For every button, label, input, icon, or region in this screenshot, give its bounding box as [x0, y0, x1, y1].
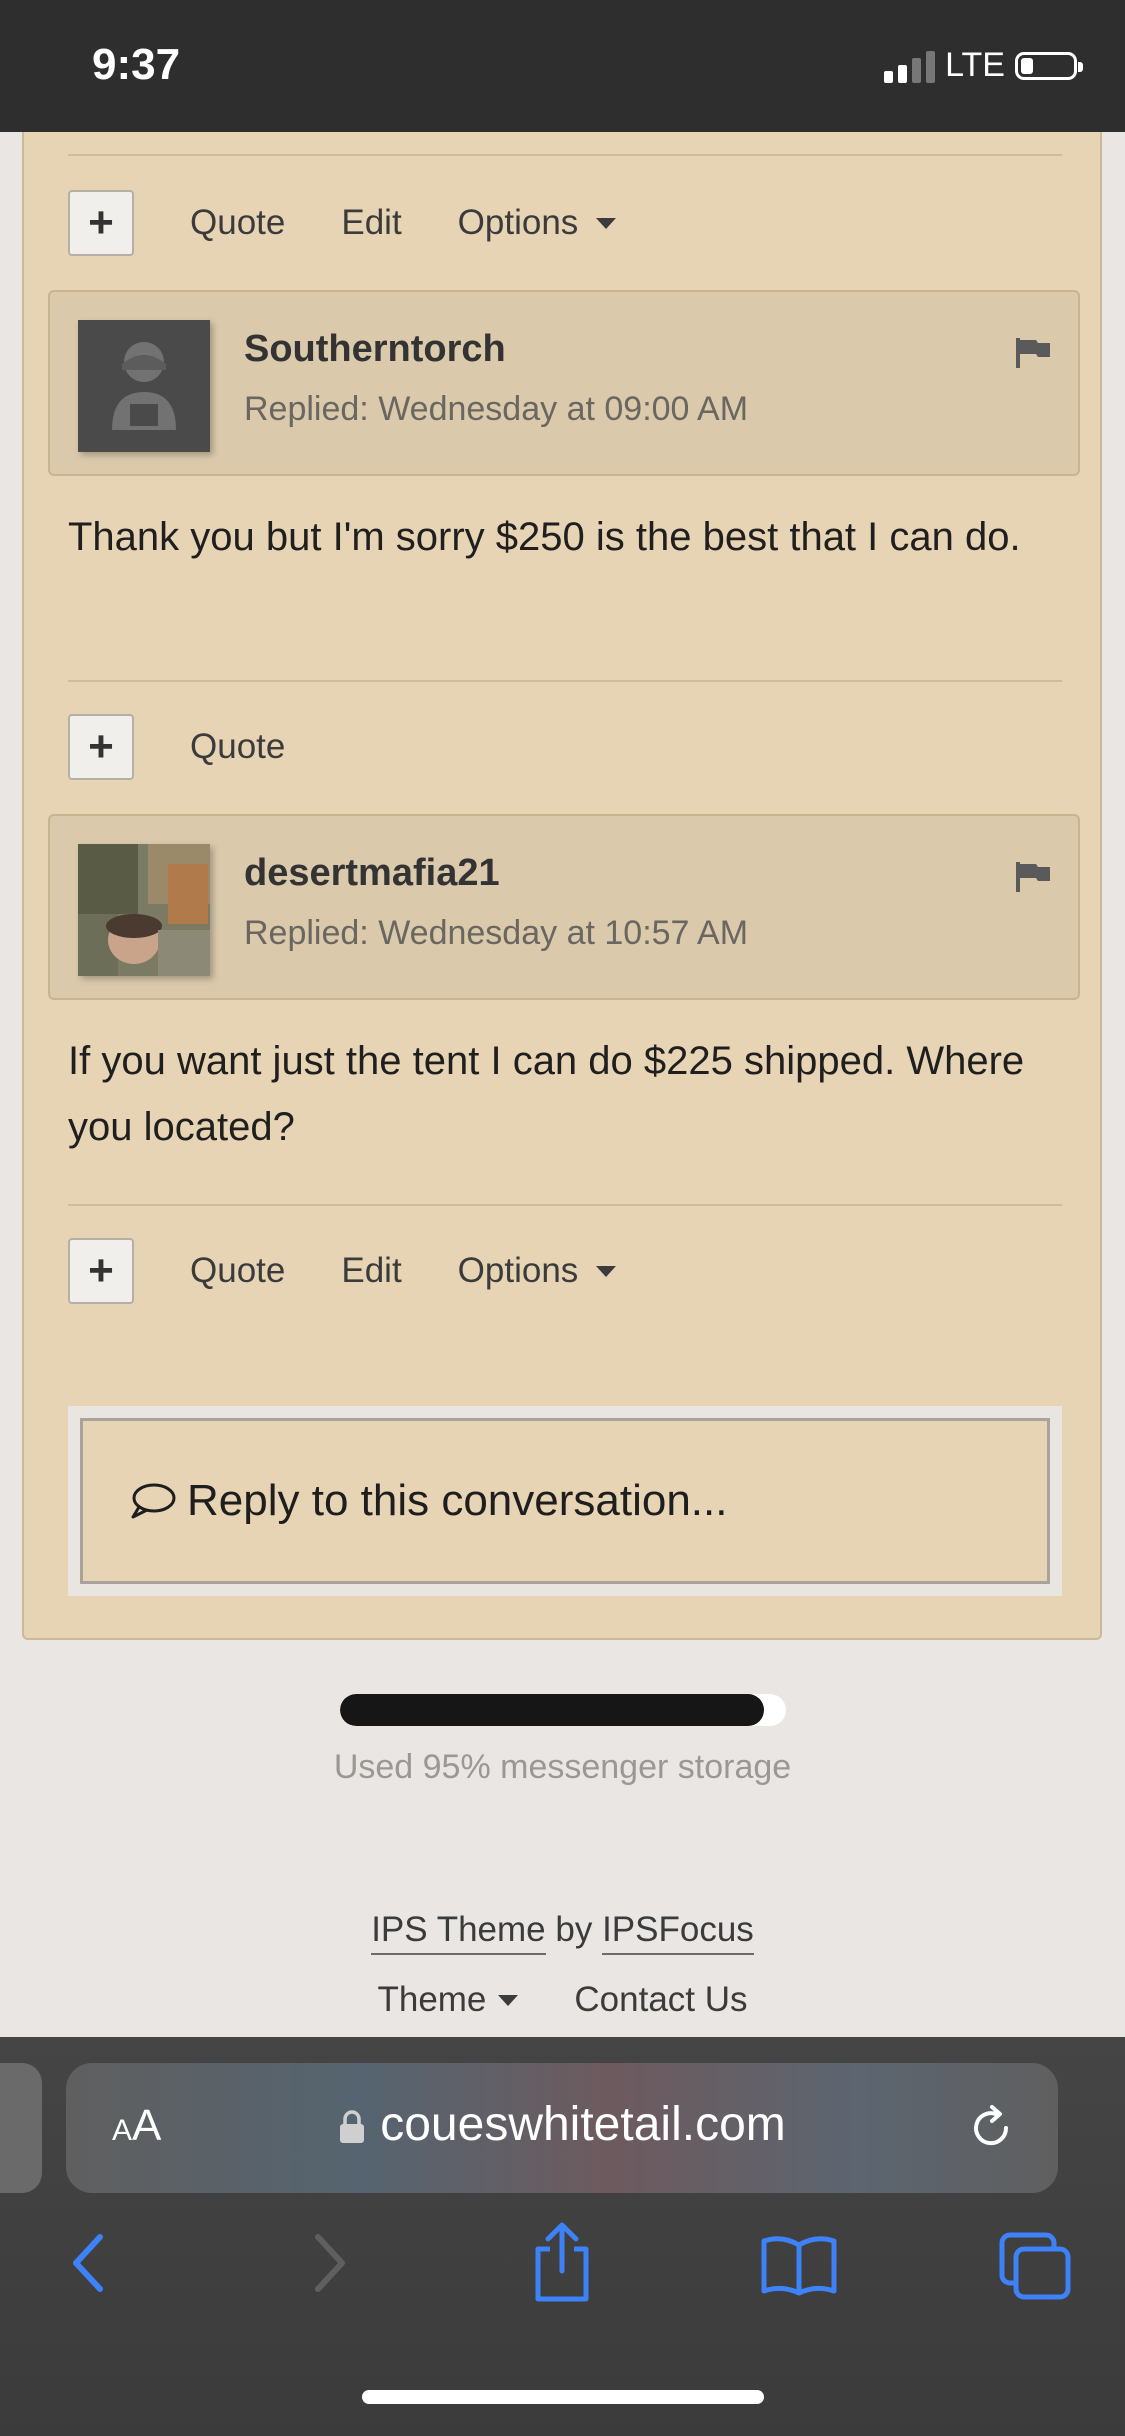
ips-theme-link[interactable]: IPS Theme [371, 1910, 546, 1955]
post-body: If you want just the tent I can do $225 … [68, 1039, 1025, 1149]
conversation-panel: + Quote Edit Options Southerntorch Repli… [22, 132, 1102, 1640]
tabs-icon[interactable] [998, 2231, 1072, 2301]
comment-icon [131, 1483, 176, 1519]
bookmarks-icon[interactable] [760, 2233, 838, 2297]
caret-down-icon [498, 1994, 519, 2006]
avatar[interactable] [78, 844, 210, 976]
post-actions: + Quote Edit Options [68, 188, 617, 258]
caret-down-icon [596, 217, 617, 229]
theme-credit: IPS Theme by IPSFocus [0, 1910, 1125, 1955]
edit-link[interactable]: Edit [341, 203, 401, 243]
signal-icon [884, 49, 936, 83]
storage-text: Used 95% messenger storage [333, 1748, 792, 1786]
flag-icon[interactable] [1014, 336, 1052, 370]
quote-link[interactable]: Quote [190, 727, 285, 767]
options-label: Options [457, 203, 579, 242]
post-divider [68, 1204, 1062, 1206]
options-menu[interactable]: Options [458, 1251, 617, 1291]
browser-toolbar: AA coueswhitetail.com [0, 2037, 1125, 2436]
reply-container: Reply to this conversation... [68, 1406, 1062, 1596]
options-menu[interactable]: Options [458, 203, 617, 243]
forward-icon[interactable] [304, 2229, 356, 2297]
theme-label: Theme [377, 1980, 487, 2019]
reply-button[interactable]: Reply to this conversation... [80, 1418, 1050, 1584]
share-icon[interactable] [526, 2219, 598, 2303]
ipsfocus-link[interactable]: IPSFocus [602, 1910, 754, 1955]
theme-selector[interactable]: Theme [377, 1980, 519, 2020]
post-actions: + Quote [68, 712, 285, 782]
multiquote-button[interactable]: + [68, 1238, 134, 1304]
options-label: Options [457, 1251, 579, 1290]
quote-link[interactable]: Quote [190, 203, 285, 243]
edit-link[interactable]: Edit [341, 1251, 401, 1291]
post-actions: + Quote Edit Options [68, 1236, 617, 1306]
status-time: 9:37 [92, 40, 181, 89]
reply-label: Reply to this conversation... [187, 1476, 728, 1525]
multiquote-button[interactable]: + [68, 714, 134, 780]
status-bar: 9:37 LTE [0, 0, 1125, 132]
flag-icon[interactable] [1014, 860, 1052, 894]
footer-links: Theme Contact Us [0, 1980, 1125, 2020]
default-avatar-icon [78, 320, 210, 452]
home-indicator [362, 2390, 764, 2404]
post-divider [68, 680, 1062, 682]
post-divider [68, 154, 1062, 156]
lock-icon [340, 2110, 365, 2144]
url-text: coueswhitetail.com [66, 2097, 1058, 2152]
user-photo [78, 844, 210, 976]
multiquote-button[interactable]: + [68, 190, 134, 256]
reply-timestamp: Replied: Wednesday at 10:57 AM [244, 914, 749, 952]
quote-link[interactable]: Quote [190, 1251, 285, 1291]
post-body: Thank you but I'm sorry $250 is the best… [68, 515, 1021, 559]
status-indicators: LTE [884, 46, 1083, 85]
back-icon[interactable] [62, 2229, 114, 2297]
storage-bar [340, 1694, 786, 1726]
avatar[interactable] [78, 320, 210, 452]
post-header: Southerntorch Replied: Wednesday at 09:0… [48, 290, 1080, 476]
address-bar[interactable]: AA coueswhitetail.com [66, 2063, 1058, 2193]
battery-icon [1015, 51, 1083, 80]
contact-us-link[interactable]: Contact Us [574, 1980, 747, 2020]
post-header: desertmafia21 Replied: Wednesday at 10:5… [48, 814, 1080, 1000]
network-label: LTE [945, 46, 1005, 84]
caret-down-icon [596, 1265, 617, 1277]
reload-icon[interactable] [964, 2101, 1018, 2155]
credit-by: by [555, 1910, 593, 1949]
reply-timestamp: Replied: Wednesday at 09:00 AM [244, 390, 749, 428]
previous-tab-peek[interactable] [0, 2063, 42, 2193]
author-name[interactable]: Southerntorch [244, 328, 506, 371]
author-name[interactable]: desertmafia21 [244, 852, 500, 895]
storage-fill [340, 1694, 764, 1726]
url-label: coueswhitetail.com [380, 2098, 786, 2151]
